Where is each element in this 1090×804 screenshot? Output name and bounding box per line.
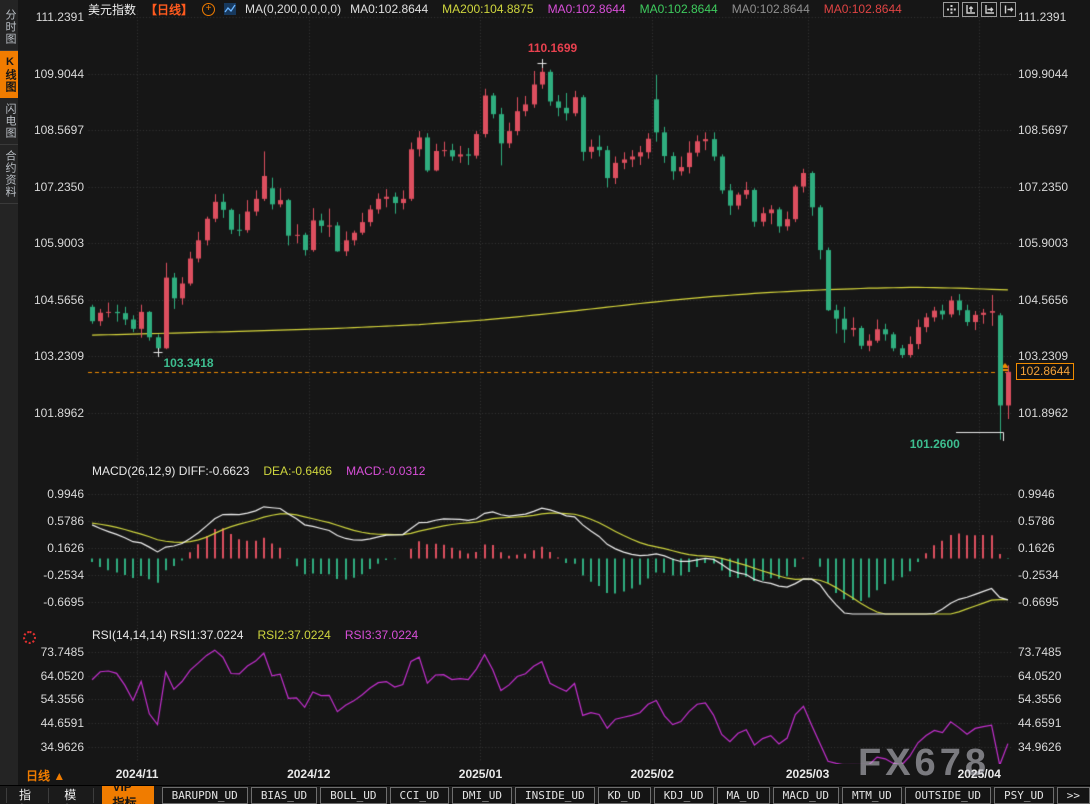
indicator-button-mtm_ud[interactable]: MTM_UD [842,787,902,804]
trading-app-window: 分时图 K线图 闪电图 合约资料 美元指数 【日线】 + MA(0,200,0,… [0,0,1090,804]
last-price-tag: 102.8644 [1016,363,1074,380]
indicator-button-dmi_ud[interactable]: DMI_UD [452,787,512,804]
chart-tools [943,2,1016,17]
macd-value: DEA:-0.6466 [263,464,332,478]
indicator-button-outside_ud[interactable]: OUTSIDE_UD [905,787,991,804]
indicator-button-inside_ud[interactable]: INSIDE_UD [515,787,595,804]
macd-value: MACD:-0.0312 [346,464,425,478]
indicator-button-macd_ud[interactable]: MACD_UD [773,787,839,804]
chart-canvas[interactable] [0,0,1090,804]
indicator-button-boll_ud[interactable]: BOLL_UD [320,787,386,804]
pan-icon[interactable] [943,2,959,17]
time-axis: 日线 ▲ 2024/11 2024/12 2025/01 2025/02 2025/03… [0,764,1090,785]
detach-icon[interactable] [1000,2,1016,17]
x-axis-month-label: 2025/03 [777,767,839,781]
alert-icon[interactable] [23,631,36,644]
indicator-button-barupdn_ud[interactable]: BARUPDN_UD [162,787,248,804]
indicator-button-ma_ud[interactable]: MA_UD [717,787,770,804]
zoom-vertical-icon[interactable] [962,2,978,17]
x-axis-month-label: 2024/12 [278,767,340,781]
ma-value: MA0:102.8644 [548,2,626,16]
add-indicator-icon[interactable]: + [202,3,215,16]
sidebar-item-kline-chart[interactable]: K线图 [0,51,18,98]
macd-value: MACD(26,12,9) DIFF:-0.6623 [92,464,249,478]
x-axis-month-label: 2025/01 [449,767,511,781]
zoom-horizontal-icon[interactable] [981,2,997,17]
period-selector[interactable]: 日线 ▲ [26,767,65,784]
sidebar-item-contract-info[interactable]: 合约资料 [0,145,18,204]
chevron-up-icon: ▲ [53,769,65,783]
rsi-value: RSI3:37.0224 [345,628,418,642]
indicator-button-kd_ud[interactable]: KD_UD [598,787,651,804]
ma-value: MA0:102.8644 [640,2,718,16]
x-axis-month-label: 2024/11 [106,767,168,781]
ma-values: MA0:102.8644 MA200:104.8875 MA0:102.8644 MA… [350,2,902,16]
indicator-button-kdj_ud[interactable]: KDJ_UD [654,787,714,804]
indicator-toolbar: 指标 模板 VIP指标 BARUPDN_UDBIAS_UDBOLL_UDCCI_… [0,785,1090,804]
ma-value: MA0:102.8644 [824,2,902,16]
macd-header: MACD(26,12,9) DIFF:-0.6623 DEA:-0.6466 MAC… [92,464,425,478]
tab-indicators[interactable]: 指标 [6,788,49,803]
ma-value: MA200:104.8875 [442,2,533,16]
rsi-value: RSI2:37.0224 [257,628,330,642]
sidebar-item-time-chart[interactable]: 分时图 [0,4,18,51]
indicator-button-cci_ud[interactable]: CCI_UD [390,787,450,804]
sidebar: 分时图 K线图 闪电图 合约资料 [0,0,18,786]
symbol-title: 美元指数 [88,1,136,18]
indicator-button-psy_ud[interactable]: PSY_UD [994,787,1054,804]
more-indicators-button[interactable]: >> [1057,787,1090,804]
mini-chart-icon [224,3,236,15]
indicator-button-bias_ud[interactable]: BIAS_UD [251,787,317,804]
rsi-header: RSI(14,14,14) RSI1:37.0224 RSI2:37.0224 RS… [92,628,418,642]
ma-value: MA0:102.8644 [350,2,428,16]
x-axis-month-label: 2025/02 [621,767,683,781]
ma-value: MA0:102.8644 [732,2,810,16]
rsi-value: RSI(14,14,14) RSI1:37.0224 [92,628,243,642]
sidebar-item-flash-chart[interactable]: 闪电图 [0,98,18,145]
vip-indicators-button[interactable]: VIP指标 [102,785,153,804]
chart-header: 美元指数 【日线】 + MA(0,200,0,0,0,0) MA0:102.86… [88,0,902,18]
ma-settings-label: MA(0,200,0,0,0,0) [245,2,341,16]
tab-templates[interactable]: 模板 [52,788,94,803]
x-axis-month-label: 2025/04 [948,767,1010,781]
period-tag[interactable]: 【日线】 [145,1,193,18]
